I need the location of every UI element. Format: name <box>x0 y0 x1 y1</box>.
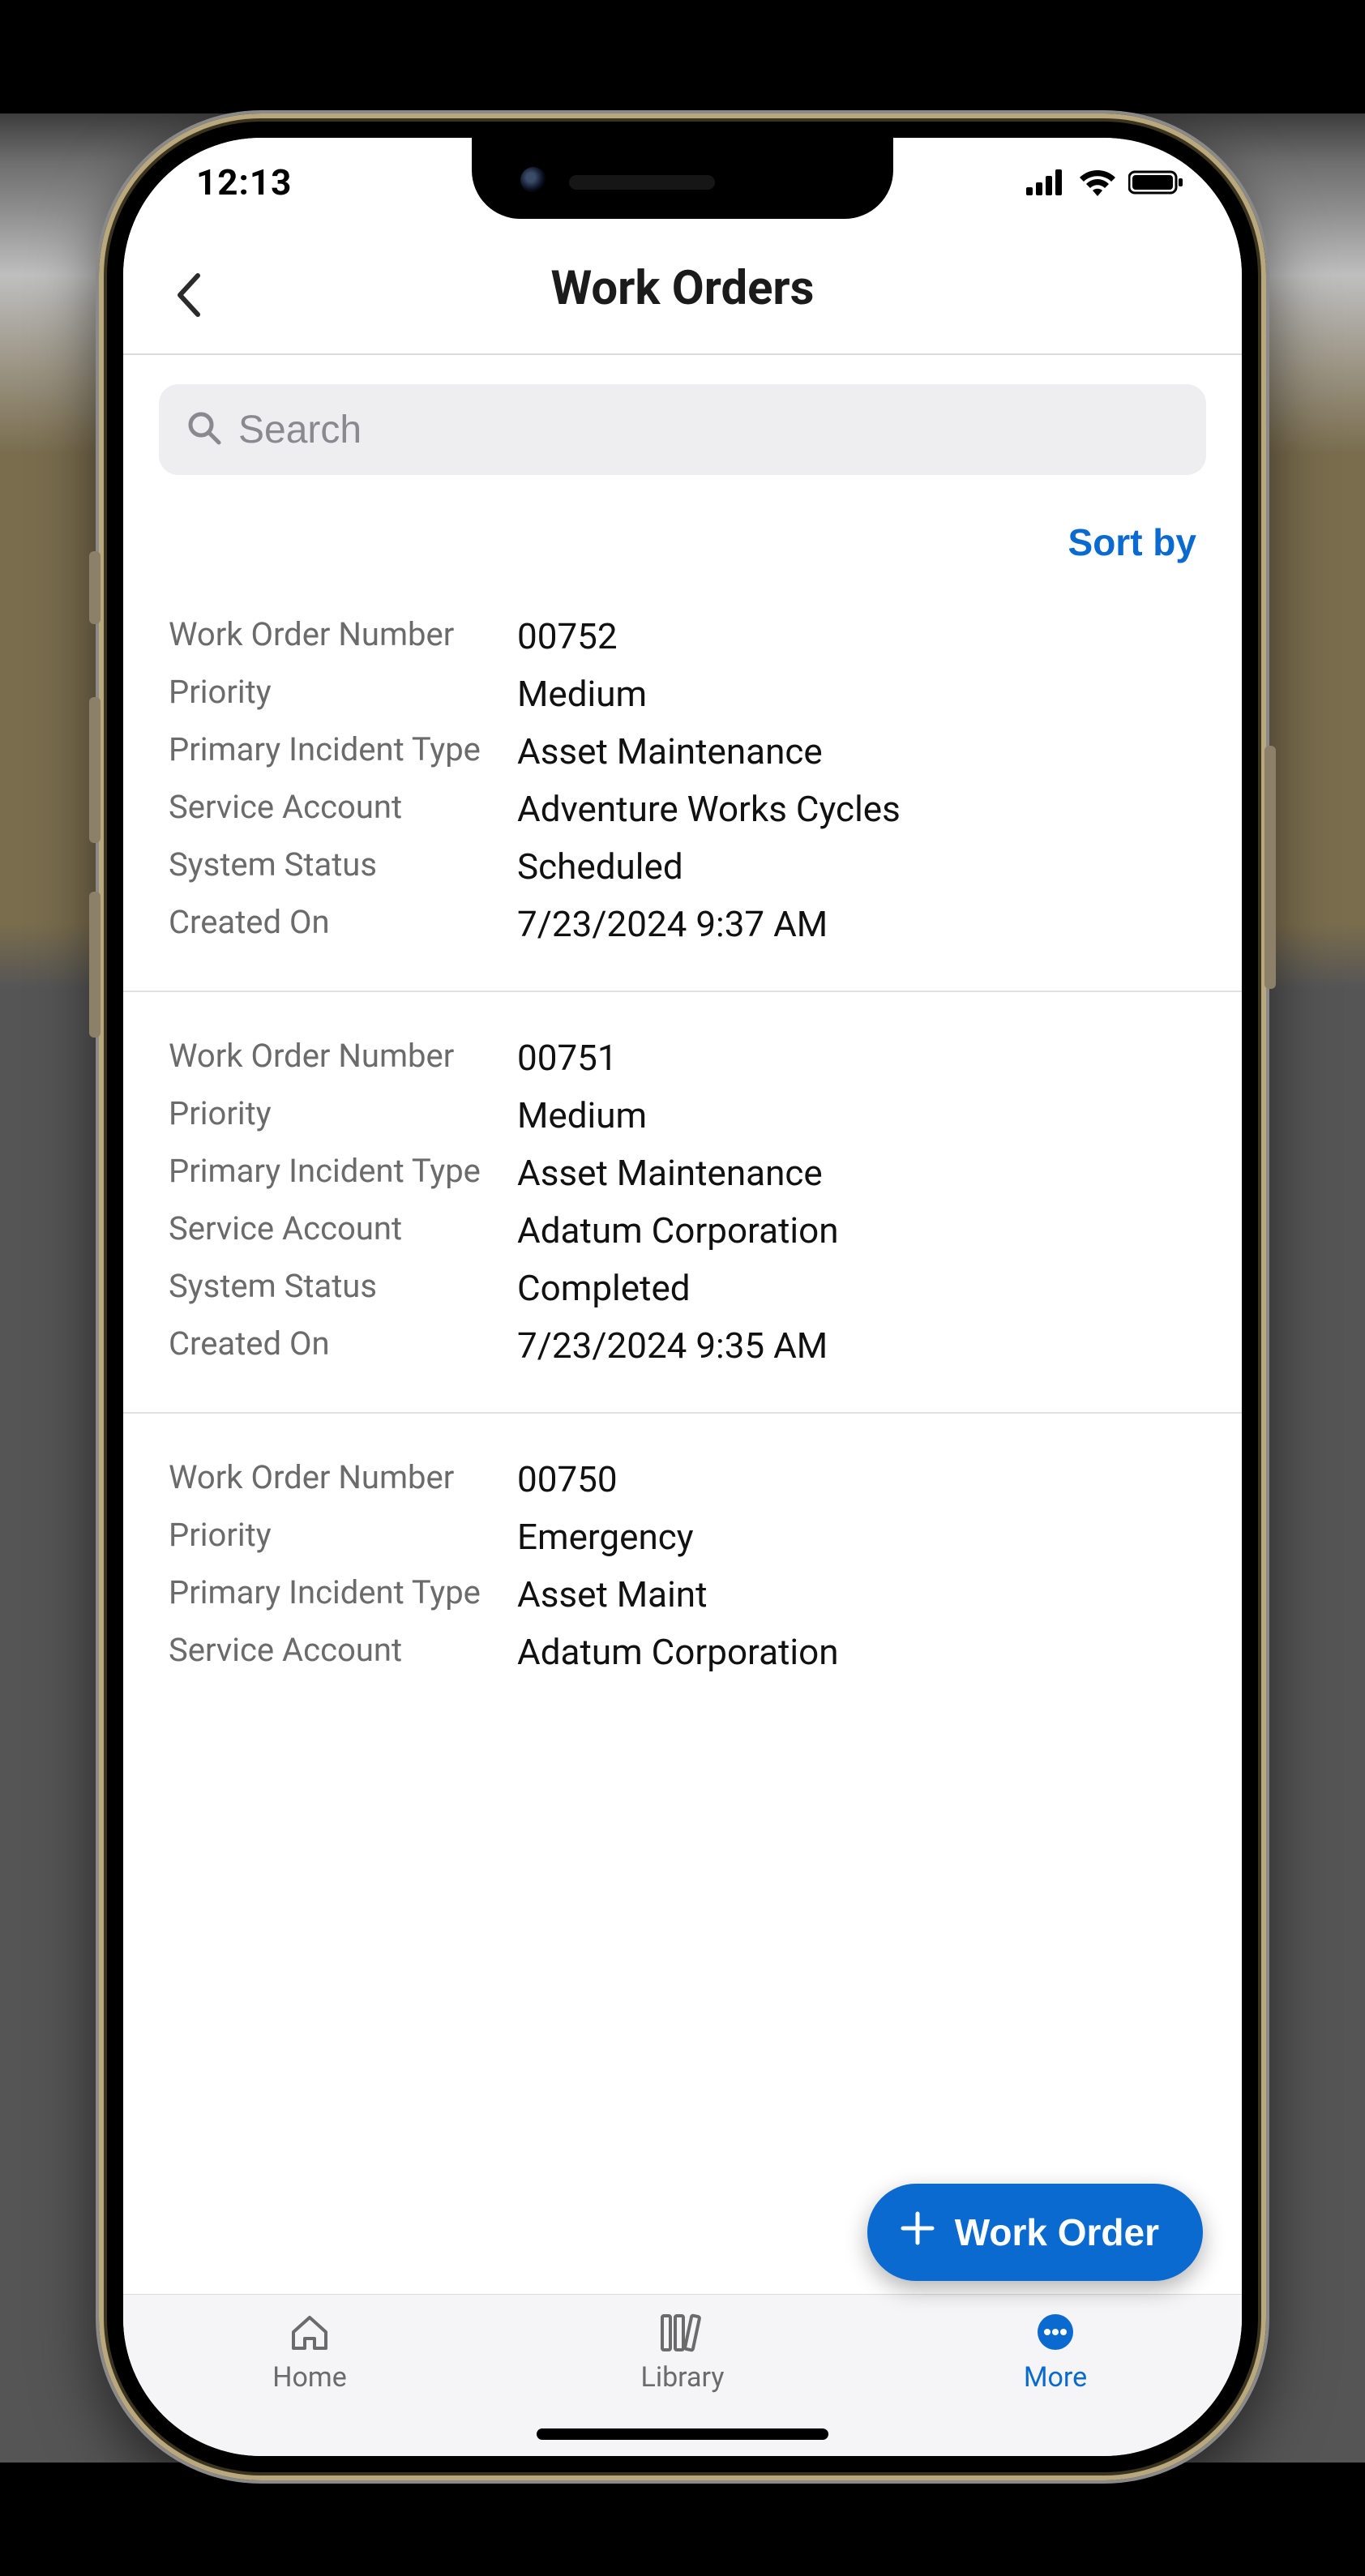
tab-bar: Home Library <box>123 2294 1242 2456</box>
field-label: Service Account <box>169 787 509 828</box>
work-order-card[interactable]: Work Order Number00751 PriorityMedium Pr… <box>123 991 1242 1412</box>
field-label: Primary Incident Type <box>169 1151 509 1192</box>
more-icon <box>1033 2309 1078 2355</box>
home-icon <box>287 2309 332 2355</box>
field-value: Asset Maintenance <box>517 730 1196 774</box>
field-value: Adatum Corporation <box>517 1209 1196 1253</box>
sort-button[interactable]: Sort by <box>1068 520 1196 564</box>
field-value: 00752 <box>517 614 1196 659</box>
chevron-left-icon <box>172 271 204 319</box>
field-label: Priority <box>169 1093 509 1134</box>
cellular-icon <box>1026 169 1067 195</box>
search-input[interactable] <box>238 408 1179 452</box>
device-notch <box>472 138 893 219</box>
field-label: Work Order Number <box>169 1036 509 1076</box>
battery-icon <box>1128 169 1185 195</box>
field-label: Created On <box>169 1324 509 1364</box>
field-label: Service Account <box>169 1209 509 1249</box>
field-label: Service Account <box>169 1630 509 1671</box>
field-value: Scheduled <box>517 845 1196 889</box>
field-value: Adatum Corporation <box>517 1630 1196 1675</box>
field-label: Created On <box>169 902 509 943</box>
field-label: Priority <box>169 672 509 712</box>
work-order-card[interactable]: Work Order Number00750 PriorityEmergency… <box>123 1412 1242 1718</box>
search-box[interactable] <box>159 384 1206 475</box>
tab-more[interactable]: More <box>871 2309 1239 2394</box>
tab-library[interactable]: Library <box>498 2309 866 2394</box>
field-label: Primary Incident Type <box>169 1573 509 1613</box>
home-indicator[interactable] <box>537 2428 828 2440</box>
field-label: Priority <box>169 1515 509 1555</box>
field-value: Asset Maint <box>517 1573 1196 1617</box>
field-label: System Status <box>169 845 509 885</box>
tab-home[interactable]: Home <box>125 2309 494 2394</box>
field-value: Completed <box>517 1266 1196 1311</box>
field-value: Emergency <box>517 1515 1196 1560</box>
field-value: Asset Maintenance <box>517 1151 1196 1196</box>
field-value: 7/23/2024 9:37 AM <box>517 902 1196 947</box>
work-order-list[interactable]: Work Order Number00752 PriorityMedium Pr… <box>123 588 1242 2294</box>
field-value: 7/23/2024 9:35 AM <box>517 1324 1196 1368</box>
field-label: Primary Incident Type <box>169 730 509 770</box>
field-label: Work Order Number <box>169 614 509 655</box>
work-order-card[interactable]: Work Order Number00752 PriorityMedium Pr… <box>123 588 1242 991</box>
plus-icon <box>900 2210 935 2255</box>
wifi-icon <box>1078 169 1117 196</box>
status-time: 12:13 <box>196 161 292 203</box>
library-icon <box>657 2309 708 2355</box>
field-value: 00751 <box>517 1036 1196 1080</box>
tab-label: Home <box>272 2361 347 2394</box>
search-icon <box>186 410 222 449</box>
tab-label: More <box>1024 2361 1087 2394</box>
page-title: Work Orders <box>123 261 1242 316</box>
back-button[interactable] <box>156 263 220 327</box>
fab-label: Work Order <box>955 2210 1159 2254</box>
new-work-order-button[interactable]: Work Order <box>867 2184 1203 2281</box>
field-value: 00750 <box>517 1457 1196 1502</box>
field-value: Medium <box>517 672 1196 717</box>
tab-label: Library <box>641 2361 725 2394</box>
field-label: Work Order Number <box>169 1457 509 1498</box>
field-value: Adventure Works Cycles <box>517 787 1196 832</box>
field-value: Medium <box>517 1093 1196 1138</box>
field-label: System Status <box>169 1266 509 1307</box>
